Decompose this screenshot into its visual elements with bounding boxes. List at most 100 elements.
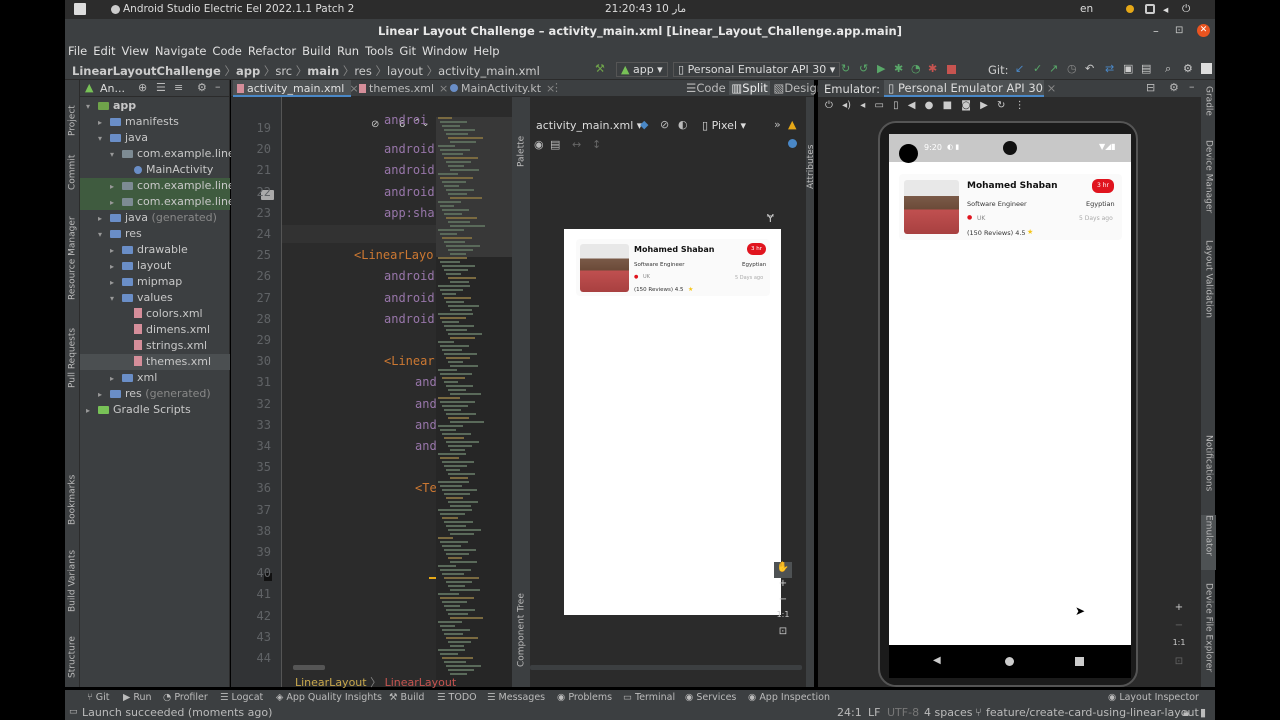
menu-code[interactable]: Code — [209, 43, 244, 60]
minimize-icon[interactable]: – — [1153, 19, 1159, 43]
chevron-right-icon[interactable]: ▸ — [110, 371, 122, 387]
locate-icon[interactable]: ⊕ — [138, 81, 147, 94]
menu-build[interactable]: Build — [299, 43, 334, 60]
emu-zoom-in-icon[interactable]: + — [1172, 602, 1186, 620]
breadcrumb-project[interactable]: LinearLayoutChallenge — [72, 64, 221, 78]
margin-icon[interactable]: ↔ — [572, 138, 581, 151]
zoom-out-icon[interactable]: − — [774, 594, 792, 610]
emu-zoom-fit-icon[interactable]: ⊡ — [1172, 656, 1186, 674]
tree-item-mainactivity[interactable]: MainActivity — [80, 162, 230, 178]
sync-gradle-icon[interactable]: ⇄ — [1105, 62, 1114, 75]
tool-todo[interactable]: ☰ TODO — [437, 690, 477, 705]
lock-icon[interactable]: 🔒︎ — [1183, 705, 1189, 720]
breadcrumb-main[interactable]: main — [307, 64, 339, 78]
panel-toggle-icon[interactable]: ▭ — [69, 705, 78, 720]
apply-code-changes-icon[interactable]: ↺ — [859, 62, 868, 75]
tool-resource-manager[interactable]: Resource Manager — [65, 200, 80, 300]
tool-messages[interactable]: ☰ Messages — [487, 690, 545, 705]
code-line[interactable]: android — [384, 291, 435, 305]
git-push-icon[interactable]: ↗ — [1049, 62, 1058, 75]
tree-item-dimens-xml[interactable]: dimens.xml — [80, 322, 230, 338]
tree-item-com-example-linear[interactable]: ▸ com.example.linear — [80, 178, 246, 195]
tree-item-manifests[interactable]: ▸ manifests — [80, 114, 230, 130]
code-editor[interactable]: ⊘ 6 ⌃⌄ 19 androi 20 android 21 android 22 andro… — [231, 97, 512, 689]
attributes-tab[interactable]: Attributes — [806, 119, 816, 189]
project-view-select[interactable]: An... — [100, 82, 125, 95]
code-line[interactable]: android — [384, 142, 435, 156]
tree-item-xml[interactable]: ▸ xml — [80, 370, 230, 386]
pin-icon[interactable]: Ɏ — [767, 212, 774, 225]
code-line[interactable]: and — [415, 397, 437, 411]
app-menu-label[interactable]: Android Studio Electric Eel 2022.1.1 Pat… — [123, 3, 354, 15]
maximize-icon[interactable]: ⊡ — [1175, 19, 1183, 43]
chevron-right-icon[interactable]: ▸ — [110, 179, 122, 195]
nav-recents-icon[interactable] — [1075, 657, 1084, 666]
chevron-right-icon[interactable]: ▸ — [98, 387, 110, 403]
tool-emulator[interactable]: Emulator — [1201, 515, 1216, 570]
tool-app-inspection[interactable]: ◉ App Inspection — [748, 690, 830, 705]
menu-edit[interactable]: Edit — [90, 43, 118, 60]
menu-run[interactable]: Run — [334, 43, 362, 60]
tool-device-file-explorer[interactable]: Device File Explorer — [1201, 583, 1216, 683]
volume-up-icon[interactable]: ◂) — [842, 100, 851, 111]
nav-home-icon[interactable] — [1005, 657, 1014, 666]
blueprint-icon[interactable]: ▤ — [550, 138, 560, 151]
breadcrumb-app[interactable]: app — [236, 64, 260, 78]
emulator-gear-icon[interactable]: ⚙ — [1169, 81, 1179, 94]
tree-item-colors-xml[interactable]: colors.xml — [80, 306, 230, 322]
emu-zoom-out-icon[interactable]: − — [1172, 620, 1186, 638]
tool-commit[interactable]: Commit — [65, 140, 80, 190]
activities-grid-icon[interactable] — [74, 3, 86, 15]
tool-layout-validation[interactable]: Layout Validation — [1201, 240, 1216, 330]
tool-app-quality-insights[interactable]: ◈ App Quality Insights — [276, 690, 382, 705]
status-message[interactable]: Launch succeeded (moments ago) — [82, 705, 272, 720]
screenshot-icon[interactable]: ◙ — [961, 100, 971, 111]
back-icon[interactable]: ◀ — [908, 100, 916, 111]
git-rollback-icon[interactable]: ↶ — [1085, 62, 1094, 75]
tool-build[interactable]: ⚒ Build — [389, 690, 424, 705]
close-icon[interactable]: ✕ — [1197, 24, 1210, 37]
code-line[interactable]: <Linear — [384, 354, 435, 368]
component-tree-tab[interactable]: Component Tree — [514, 567, 529, 667]
git-commit-icon[interactable]: ✓ — [1033, 62, 1042, 75]
layout-file-select[interactable]: activity_main.xml ▾ — [536, 119, 642, 132]
baseline-icon[interactable]: ↕ — [592, 138, 601, 151]
window-restore-icon[interactable]: ⊟ — [1146, 81, 1155, 94]
git-update-icon[interactable]: ↙ — [1015, 62, 1024, 75]
tool-logcat[interactable]: ☰ Logcat — [220, 690, 263, 705]
chevron-down-icon[interactable]: ▾ — [86, 99, 98, 115]
code-line[interactable]: android — [384, 312, 435, 326]
menu-navigate[interactable]: Navigate — [152, 43, 210, 60]
tool-services[interactable]: ◉ Services — [685, 690, 736, 705]
tool-pull-requests[interactable]: Pull Requests — [65, 308, 80, 388]
hammer-icon[interactable]: ⚒ — [595, 62, 605, 75]
tab-themes[interactable]: themes.xml × — [355, 80, 448, 97]
breadcrumb-layout[interactable]: layout — [387, 64, 423, 78]
indent-setting[interactable]: 4 spaces — [924, 705, 973, 720]
chevron-right-icon[interactable]: ▸ — [110, 195, 122, 211]
breadcrumb-file[interactable]: activity_main.xml — [438, 64, 540, 78]
tool-bookmarks[interactable]: Bookmarks — [65, 465, 80, 525]
breadcrumb-res[interactable]: res — [354, 64, 372, 78]
chevron-down-icon[interactable]: ▾ — [110, 291, 122, 307]
profile-icon[interactable]: ◔ — [911, 62, 921, 75]
line-separator[interactable]: LF — [868, 705, 880, 720]
horizontal-scrollbar[interactable] — [293, 665, 325, 670]
device-preview-select[interactable]: ▯ Pixel ▾ — [702, 119, 746, 132]
tree-item-app[interactable]: ▾ app — [80, 98, 230, 114]
device-manager-icon[interactable]: ▣ — [1123, 62, 1133, 75]
menu-file[interactable]: File — [65, 43, 90, 60]
phone-screen[interactable]: 9:20 ◐ ▮ ▼◢▮ Mohamed Shaban 3 hr Softwar… — [889, 134, 1131, 645]
app-card[interactable]: Mohamed Shaban 3 hr Software Engineer Eg… — [899, 174, 1122, 240]
expand-all-icon[interactable]: ≡ — [174, 81, 183, 94]
chevron-right-icon[interactable]: ▸ — [110, 275, 122, 291]
emulator-device-tab[interactable]: ▯ Personal Emulator API 30 × — [884, 80, 1056, 97]
code-line[interactable]: app:sha — [384, 206, 435, 220]
code-line[interactable]: android — [384, 163, 435, 177]
menu-window[interactable]: Window — [419, 43, 470, 60]
menu-git[interactable]: Git — [396, 43, 419, 60]
nav-back-icon[interactable]: ◀ — [933, 655, 941, 666]
tab-main-activity[interactable]: MainActivity.kt × — [447, 80, 555, 97]
code-line[interactable]: android — [384, 269, 435, 283]
night-mode-icon[interactable]: ◐ — [678, 118, 688, 131]
